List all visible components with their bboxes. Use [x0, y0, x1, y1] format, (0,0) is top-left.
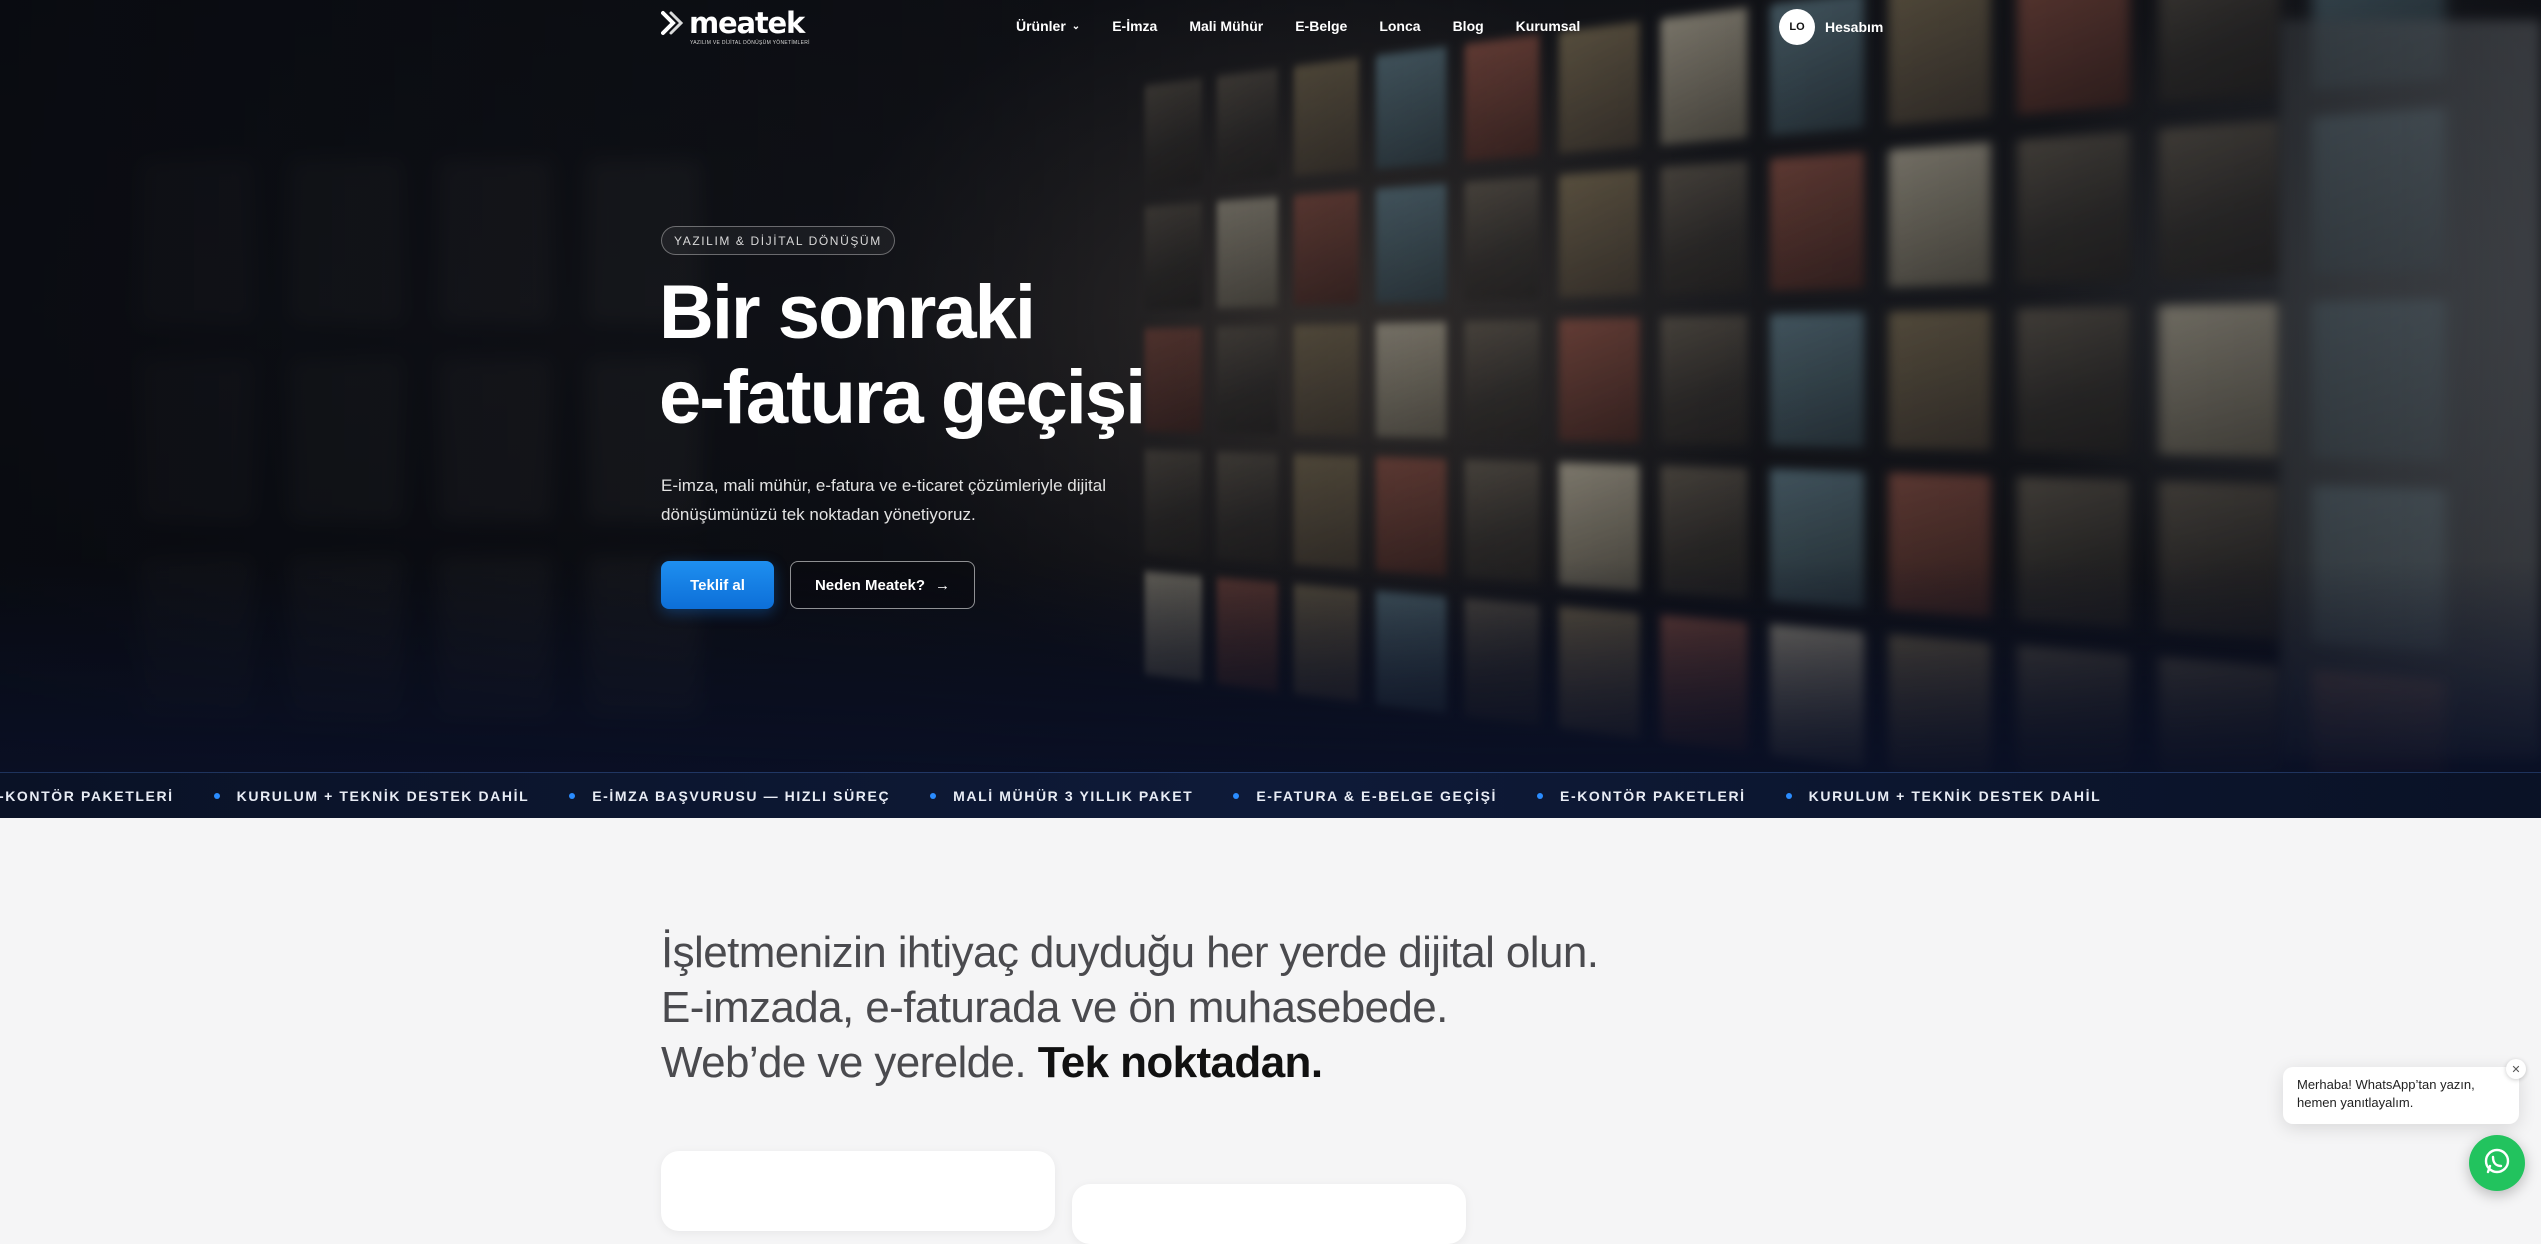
- ticker-item: E-KONTÖR PAKETLERİ: [0, 788, 174, 804]
- ticker-item: E-KONTÖR PAKETLERİ: [1537, 788, 1746, 804]
- hero-title: Bir sonraki e-fatura geçişi: [659, 270, 1144, 440]
- ticker-item: E-FATURA & E-BELGE GEÇİŞİ: [1233, 788, 1497, 804]
- bullet-dot-icon: [1537, 793, 1543, 799]
- arrow-right-icon: →: [935, 577, 950, 594]
- nav-item-mali-muhur[interactable]: Mali Mühür: [1189, 18, 1263, 34]
- top-navigation: meatek YAZILIM VE DİJİTAL DÖNÜŞÜM YÖNETİ…: [0, 0, 2541, 58]
- intro-statement: İşletmenizin ihtiyaç duyduğu her yerde d…: [661, 925, 1601, 1090]
- whatsapp-icon: [2482, 1146, 2512, 1181]
- nav-item-lonca[interactable]: Lonca: [1379, 18, 1420, 34]
- intro-strong: Tek noktadan.: [1038, 1038, 1323, 1087]
- hero-title-line1: Bir sonraki: [659, 270, 1144, 355]
- why-meatek-label: Neden Meatek?: [815, 577, 925, 594]
- logo-mark-icon: [661, 10, 687, 36]
- ticker-item-label: MALİ MÜHÜR 3 YILLIK PAKET: [953, 788, 1193, 804]
- avatar: LO: [1779, 9, 1815, 45]
- hero-badge: YAZILIM & DİJİTAL DÖNÜŞÜM: [661, 226, 895, 255]
- nav-item-kurumsal[interactable]: Kurumsal: [1516, 18, 1581, 34]
- request-quote-button[interactable]: Teklif al: [661, 561, 774, 609]
- whatsapp-message-bubble: Merhaba! WhatsApp’tan yazın, hemen yanıt…: [2283, 1067, 2519, 1124]
- main-menu: Ürünler ⌄ E-İmza Mali Mühür E-Belge Lonc…: [1016, 18, 1612, 34]
- bullet-dot-icon: [1233, 793, 1239, 799]
- brand-logo[interactable]: meatek YAZILIM VE DİJİTAL DÖNÜŞÜM YÖNETİ…: [661, 10, 821, 50]
- ticker-item-label: E-KONTÖR PAKETLERİ: [0, 788, 174, 804]
- feature-card: [1072, 1184, 1466, 1244]
- announcement-ticker: E-KONTÖR PAKETLERİ KURULUM + TEKNİK DESTE…: [0, 772, 2541, 818]
- logo-wordmark: meatek: [689, 10, 804, 36]
- ticker-item-label: KURULUM + TEKNİK DESTEK DAHİL: [1809, 788, 2102, 804]
- ticker-item: E-İMZA BAŞVURUSU — HIZLI SÜREÇ: [569, 788, 890, 804]
- hero-subtitle: E-imza, mali mühür, e-fatura ve e-ticare…: [661, 471, 1221, 529]
- ticker-item-label: E-İMZA BAŞVURUSU — HIZLI SÜREÇ: [592, 788, 890, 804]
- account-link[interactable]: LO Hesabım: [1779, 9, 1883, 45]
- nav-item-e-imza[interactable]: E-İmza: [1112, 18, 1157, 34]
- bullet-dot-icon: [930, 793, 936, 799]
- nav-item-e-belge[interactable]: E-Belge: [1295, 18, 1347, 34]
- bullet-dot-icon: [214, 793, 220, 799]
- nav-item-blog[interactable]: Blog: [1453, 18, 1484, 34]
- why-meatek-button[interactable]: Neden Meatek? →: [790, 561, 975, 609]
- ticker-track: E-KONTÖR PAKETLERİ KURULUM + TEKNİK DESTE…: [0, 773, 2141, 818]
- ticker-item: KURULUM + TEKNİK DESTEK DAHİL: [1786, 788, 2102, 804]
- bullet-dot-icon: [569, 793, 575, 799]
- whatsapp-button[interactable]: [2469, 1135, 2525, 1191]
- ticker-item-label: KURULUM + TEKNİK DESTEK DAHİL: [237, 788, 530, 804]
- logo-tagline: YAZILIM VE DİJİTAL DÖNÜŞÜM YÖNETİMLERİ: [690, 40, 810, 46]
- nav-item-urunler[interactable]: Ürünler ⌄: [1016, 18, 1080, 34]
- close-icon[interactable]: ✕: [2506, 1059, 2526, 1079]
- ticker-item: MALİ MÜHÜR 3 YILLIK PAKET: [930, 788, 1193, 804]
- account-label: Hesabım: [1825, 19, 1883, 35]
- chevron-down-icon: ⌄: [1072, 21, 1080, 32]
- ticker-item-label: E-FATURA & E-BELGE GEÇİŞİ: [1256, 788, 1497, 804]
- nav-item-label: Ürünler: [1016, 18, 1066, 34]
- ticker-item-label: E-KONTÖR PAKETLERİ: [1560, 788, 1746, 804]
- bullet-dot-icon: [1786, 793, 1792, 799]
- hero-section: meatek YAZILIM VE DİJİTAL DÖNÜŞÜM YÖNETİ…: [0, 0, 2541, 772]
- feature-card: [661, 1151, 1055, 1231]
- hero-title-line2: e-fatura geçişi: [659, 355, 1144, 440]
- ticker-item: KURULUM + TEKNİK DESTEK DAHİL: [214, 788, 530, 804]
- hero-bottom-fade: [0, 560, 2541, 772]
